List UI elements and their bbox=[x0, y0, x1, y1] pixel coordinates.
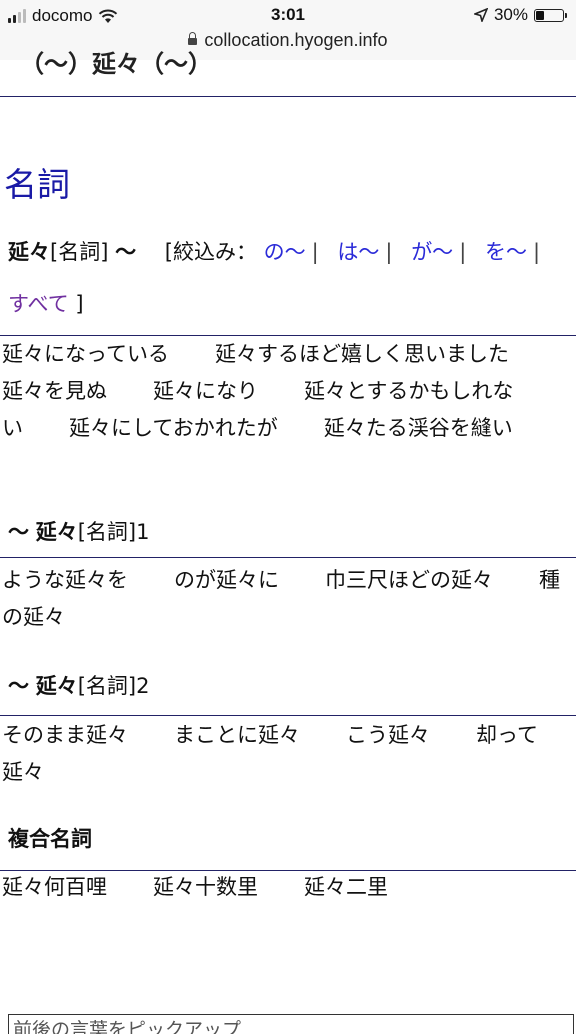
page-heading: （〜）延々（〜） bbox=[20, 50, 212, 78]
pickup-box: 前後の言葉をピックアップ bbox=[8, 1014, 574, 1034]
collocation-list-main: 延々になっている 延々するほど嬉しく思いました延々を見ぬ 延々になり 延々とするかもし… bbox=[2, 336, 576, 447]
filter-prefix: [絞込み： bbox=[164, 240, 257, 264]
list-item: 延々何百哩 bbox=[2, 875, 107, 899]
divider bbox=[0, 715, 576, 716]
entry-header: 延々[名詞] 〜 [絞込み： の〜 | は〜 | が〜 | を〜 | すべて ] bbox=[8, 226, 576, 330]
list-item: 延々十数里 bbox=[153, 875, 258, 899]
list-item: のが延々に bbox=[174, 568, 279, 592]
section-title: 名詞 bbox=[4, 165, 70, 204]
list-item: 延々になっている bbox=[2, 342, 169, 366]
filter-ga-link[interactable]: が〜 bbox=[411, 240, 453, 264]
list-item: そのまま延々 bbox=[2, 723, 128, 747]
status-bar: docomo 3:01 30% bbox=[0, 0, 576, 30]
compound-list: 延々何百哩 延々十数里 延々二里 bbox=[2, 869, 576, 906]
list-item: 延々にしておかれたが bbox=[69, 416, 278, 440]
location-arrow-icon bbox=[473, 8, 488, 22]
group1-heading: 〜 延々[名詞]1 bbox=[8, 520, 150, 544]
filter-no-link[interactable]: の〜 bbox=[264, 240, 306, 264]
battery-percent: 30% bbox=[493, 5, 528, 24]
collocation-list-1: ような延々を のが延々に 巾三尺ほどの延々 種の延々 bbox=[2, 562, 576, 636]
filter-suffix: ] bbox=[75, 292, 84, 316]
entry-pos: [名詞] bbox=[50, 240, 109, 264]
list-item: ような延々を bbox=[2, 568, 128, 592]
url-text: collocation.hyogen.info bbox=[204, 30, 388, 50]
filter-all-link[interactable]: すべて bbox=[8, 292, 69, 316]
status-right: 30% bbox=[473, 5, 567, 25]
list-item: 延々するほど嬉しく思いました bbox=[214, 342, 509, 366]
entry-tilde: 〜 bbox=[115, 240, 137, 264]
list-item: 延々を見ぬ bbox=[2, 379, 107, 403]
battery-icon bbox=[534, 8, 567, 22]
lock-icon bbox=[188, 32, 198, 45]
list-item: こう延々 bbox=[346, 723, 430, 747]
pickup-title: 前後の言葉をピックアップ bbox=[13, 1019, 242, 1034]
divider bbox=[0, 557, 576, 558]
divider bbox=[0, 96, 576, 97]
list-item: 延々たる渓谷を縫い bbox=[323, 416, 513, 440]
group2-heading: 〜 延々[名詞]2 bbox=[8, 674, 150, 698]
collocation-list-2: そのまま延々 まことに延々 こう延々 却って延々 bbox=[2, 717, 576, 791]
list-item: まことに延々 bbox=[174, 723, 300, 747]
filter-wo-link[interactable]: を〜 bbox=[485, 240, 527, 264]
filter-ha-link[interactable]: は〜 bbox=[337, 240, 379, 264]
entry-word: 延々 bbox=[8, 240, 50, 264]
list-item: 延々になり bbox=[153, 379, 258, 403]
compound-heading: 複合名詞 bbox=[8, 827, 92, 851]
list-item: 巾三尺ほどの延々 bbox=[325, 568, 493, 592]
list-item: 延々二里 bbox=[304, 875, 388, 899]
